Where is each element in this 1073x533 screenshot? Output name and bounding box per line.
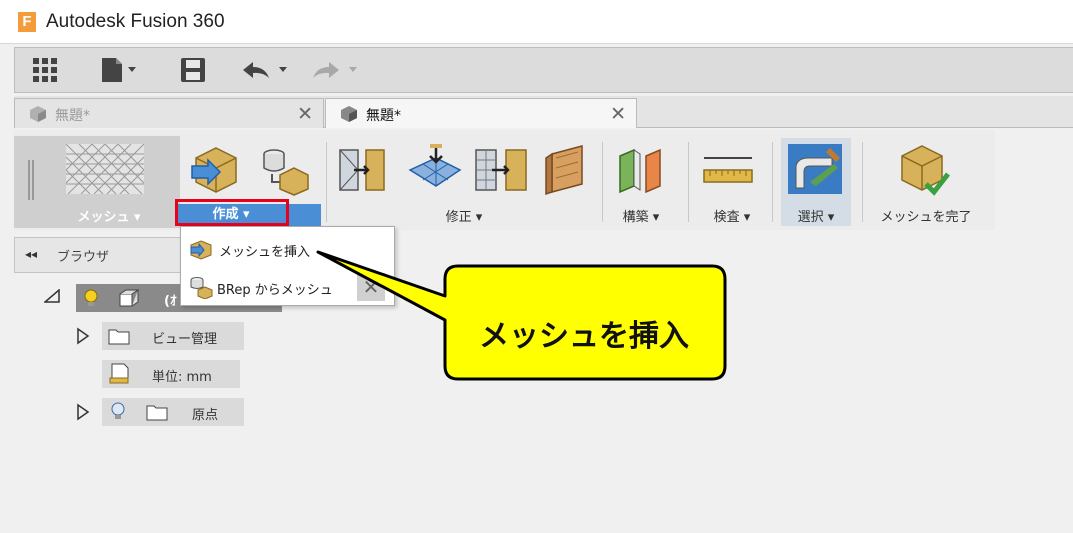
undo-icon[interactable]: [241, 56, 293, 84]
tab-document-2[interactable]: 無題* ✕: [325, 98, 637, 128]
menu-item-label: BRep からメッシュ: [217, 283, 333, 298]
component-cube-icon: [30, 106, 46, 122]
ribbon-separator: [772, 142, 773, 222]
measure-ruler-icon[interactable]: [702, 156, 754, 186]
toolbar-ribbon: メッシュ ▾ 修正 ▾ 構築 ▾ 検査 ▾ 選択 ▾ メッシュを完了: [14, 130, 995, 230]
workspace-label: メッシュ ▾: [77, 210, 141, 225]
modify-group-label[interactable]: 修正 ▾: [414, 206, 514, 225]
select-group-label[interactable]: 選択 ▾: [774, 206, 858, 225]
lightbulb-off-icon[interactable]: [110, 401, 126, 421]
reduce-mesh-icon[interactable]: [338, 146, 386, 194]
tree-node-label: 単位: mm: [152, 370, 212, 385]
fusion-logo-icon: F: [18, 12, 36, 32]
close-menu-icon[interactable]: ✕: [357, 273, 385, 301]
tab-label: 無題*: [366, 108, 401, 124]
component-box-icon: [119, 289, 140, 307]
title-bar: F Autodesk Fusion 360: [0, 0, 1073, 44]
app-grid-icon[interactable]: [31, 56, 59, 84]
folder-icon: [108, 329, 130, 345]
ribbon-separator: [688, 142, 689, 222]
shell-mesh-icon[interactable]: [542, 144, 592, 196]
inspect-group-label[interactable]: 検査 ▾: [692, 206, 772, 225]
save-icon[interactable]: [179, 56, 207, 84]
create-dropdown-menu: メッシュを挿入 BRep からメッシュ ✕: [180, 226, 395, 306]
construct-plane-icon[interactable]: [616, 146, 664, 194]
select-paint-icon[interactable]: [786, 142, 844, 196]
ribbon-separator: [602, 142, 603, 222]
brep-to-mesh-icon: [190, 277, 213, 299]
menu-item-insert-mesh[interactable]: メッシュを挿入: [181, 231, 394, 267]
component-cube-icon: [341, 106, 357, 122]
plane-cut-mesh-icon[interactable]: [474, 146, 530, 194]
ribbon-separator: [862, 142, 863, 222]
ribbon-grip-icon: [28, 160, 34, 200]
brep-to-mesh-icon[interactable]: [258, 144, 310, 196]
expanded-triangle-icon[interactable]: [44, 289, 60, 303]
create-group-label[interactable]: 作成 ▾: [188, 203, 274, 222]
folder-icon: [146, 405, 168, 421]
insert-mesh-icon: [190, 240, 212, 260]
workspace-switcher-button[interactable]: メッシュ ▾: [14, 136, 180, 228]
collapse-browser-icon[interactable]: ◂◂: [25, 247, 37, 261]
ribbon-separator: [326, 142, 327, 222]
collapsed-triangle-icon[interactable]: [76, 327, 90, 345]
close-tab-icon[interactable]: ✕: [610, 103, 626, 125]
close-tab-icon[interactable]: ✕: [297, 103, 313, 125]
remesh-icon[interactable]: [406, 142, 464, 194]
browser-title: ブラウザ: [57, 250, 110, 265]
finish-mesh-icon[interactable]: [898, 144, 950, 198]
callout-text: メッシュを挿入: [479, 319, 689, 354]
file-menu-icon[interactable]: [99, 56, 143, 84]
insert-mesh-icon[interactable]: [190, 144, 242, 196]
document-tab-bar: 無題* ✕ 無題* ✕: [14, 96, 1073, 128]
tab-document-1[interactable]: 無題* ✕: [14, 98, 324, 128]
browser-panel-header[interactable]: ◂◂ ブラウザ: [14, 237, 186, 273]
tree-node-label: ビュー管理: [152, 332, 218, 347]
construct-group-label[interactable]: 構築 ▾: [606, 206, 676, 225]
tree-node-label: 原点: [192, 408, 219, 423]
finish-mesh-label[interactable]: メッシュを完了: [864, 206, 988, 225]
tab-label: 無題*: [55, 108, 90, 124]
redo-icon[interactable]: [311, 56, 363, 84]
root-node-label: (ｵ: [164, 294, 177, 309]
units-document-icon: [109, 363, 129, 384]
window-title: Autodesk Fusion 360: [46, 11, 225, 32]
collapsed-triangle-icon[interactable]: [76, 403, 90, 421]
lightbulb-icon[interactable]: [82, 288, 100, 308]
menu-item-label: メッシュを挿入: [219, 245, 311, 260]
quick-access-toolbar: [14, 47, 1073, 93]
mesh-workspace-icon: [66, 144, 144, 194]
